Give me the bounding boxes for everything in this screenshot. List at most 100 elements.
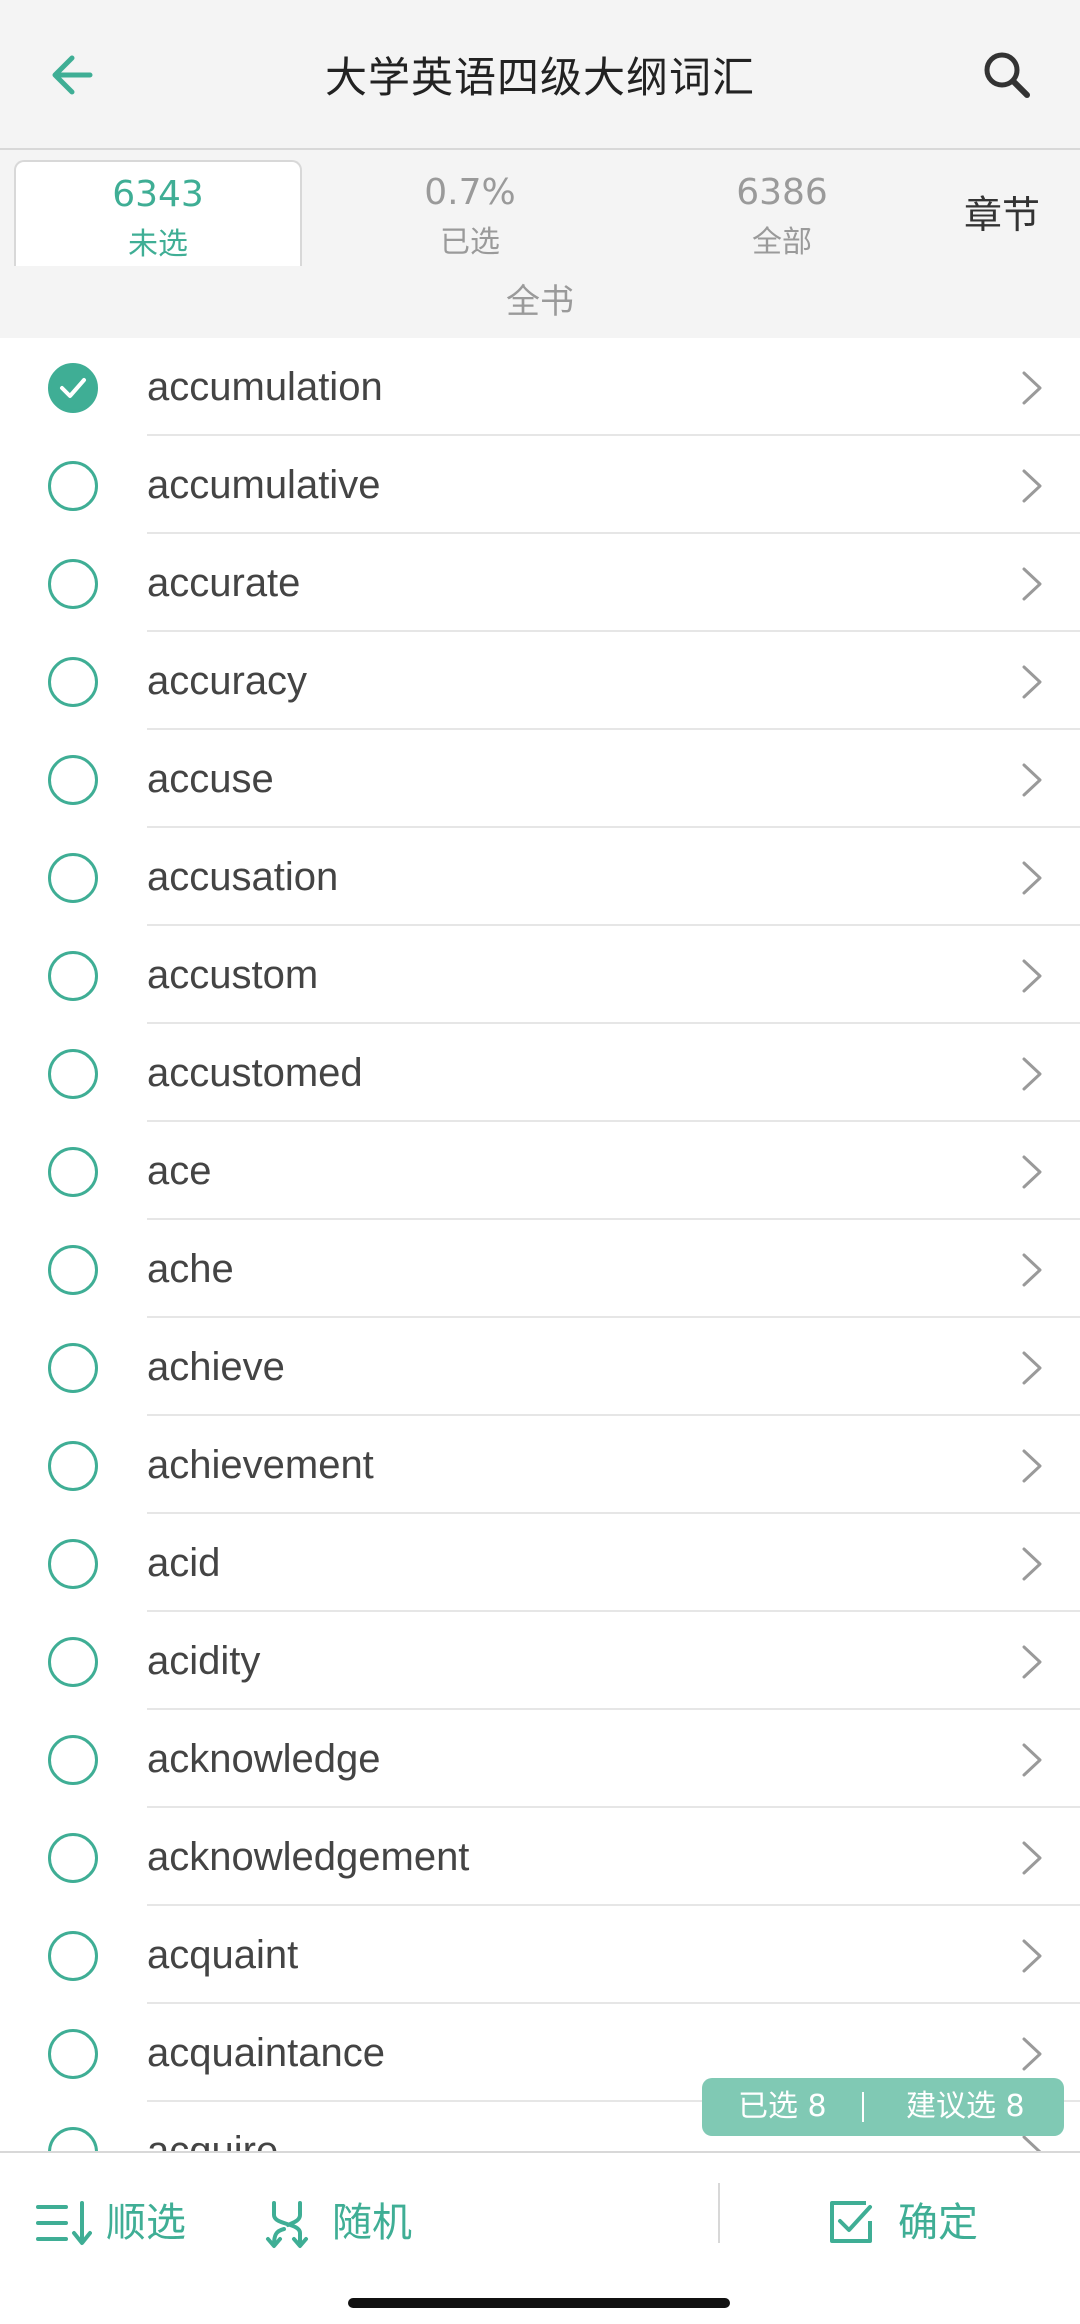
tab-unselected-label: 未选 — [128, 227, 188, 262]
selection-summary-badge: 已选 8 建议选 8 — [702, 2078, 1064, 2136]
chevron-right-icon[interactable] — [1020, 370, 1044, 406]
word-text: achievement — [147, 1443, 374, 1487]
search-button[interactable] — [974, 42, 1040, 108]
chevron-right-icon[interactable] — [1020, 1350, 1044, 1386]
select-checkbox[interactable] — [48, 1637, 98, 1687]
word-text: acquaintance — [147, 2031, 385, 2075]
word-text: accustom — [147, 953, 319, 997]
word-text: acknowledgement — [147, 1835, 470, 1879]
selected-count: 已选 8 — [738, 2089, 827, 2124]
search-icon — [984, 52, 1030, 98]
tab-selected[interactable]: 0.7% 已选 — [330, 160, 610, 266]
chevron-right-icon[interactable] — [1020, 958, 1044, 994]
chevron-right-icon[interactable] — [1020, 1252, 1044, 1288]
chevron-right-icon[interactable] — [1020, 1938, 1044, 1974]
select-checkbox[interactable] — [48, 559, 98, 609]
select-checkbox[interactable] — [48, 1539, 98, 1589]
chevron-right-icon[interactable] — [1020, 860, 1044, 896]
word-row[interactable]: accuracy — [0, 632, 1080, 730]
confirm-button[interactable]: 确定 — [828, 2193, 1008, 2253]
word-text: ache — [147, 1247, 234, 1291]
select-checkbox[interactable] — [48, 2029, 98, 2079]
word-row[interactable]: accurate — [0, 534, 1080, 632]
chevron-right-icon[interactable] — [1020, 1546, 1044, 1582]
select-checkbox[interactable] — [48, 657, 98, 707]
confirm-label: 确定 — [898, 2200, 978, 2246]
badge-divider — [862, 2092, 864, 2122]
chevron-right-icon[interactable] — [1020, 2134, 1044, 2151]
word-text: acidity — [147, 1639, 261, 1683]
select-checkbox[interactable] — [48, 1343, 98, 1393]
chevron-right-icon[interactable] — [1020, 664, 1044, 700]
bottom-toolbar: 顺选 随机 确定 — [0, 2151, 1080, 2324]
select-checkbox[interactable] — [48, 2127, 98, 2151]
select-checkbox[interactable] — [48, 1147, 98, 1197]
select-checkbox[interactable] — [48, 461, 98, 511]
tab-unselected-count: 6343 — [112, 174, 204, 215]
chapter-button[interactable]: 章节 — [964, 184, 1040, 239]
word-row[interactable]: ache — [0, 1220, 1080, 1318]
select-checkbox[interactable] — [48, 951, 98, 1001]
select-checkbox[interactable] — [48, 755, 98, 805]
word-row[interactable]: acknowledgement — [0, 1808, 1080, 1906]
sort-list-icon — [36, 2201, 92, 2245]
word-row[interactable]: acidity — [0, 1612, 1080, 1710]
word-text: acknowledge — [147, 1737, 381, 1781]
word-row[interactable]: acid — [0, 1514, 1080, 1612]
chevron-right-icon[interactable] — [1020, 2036, 1044, 2072]
select-checkbox[interactable] — [48, 1245, 98, 1295]
word-row[interactable]: accustom — [0, 926, 1080, 1024]
word-text: accumulation — [147, 365, 383, 409]
select-checkbox[interactable] — [48, 853, 98, 903]
select-checkbox[interactable] — [48, 1931, 98, 1981]
word-text: acquaint — [147, 1933, 299, 1977]
section-header: 全书 — [0, 266, 1080, 338]
word-text: acquire — [147, 2129, 279, 2151]
word-text: accuse — [147, 757, 274, 801]
select-checkbox[interactable] — [48, 1833, 98, 1883]
random-select-button[interactable]: 随机 — [262, 2193, 422, 2253]
chevron-right-icon[interactable] — [1020, 1644, 1044, 1680]
sequential-select-button[interactable]: 顺选 — [36, 2193, 216, 2253]
tab-selected-label: 已选 — [440, 225, 500, 260]
word-row[interactable]: accumulative — [0, 436, 1080, 534]
chevron-right-icon[interactable] — [1020, 762, 1044, 798]
select-checkbox[interactable] — [48, 363, 98, 413]
chevron-right-icon[interactable] — [1020, 468, 1044, 504]
word-text: ace — [147, 1149, 212, 1193]
word-row[interactable]: ace — [0, 1122, 1080, 1220]
tab-all-label: 全部 — [752, 225, 812, 260]
word-row[interactable]: acquaint — [0, 1906, 1080, 2004]
home-indicator — [348, 2298, 730, 2308]
chevron-right-icon[interactable] — [1020, 1448, 1044, 1484]
chevron-right-icon[interactable] — [1020, 1742, 1044, 1778]
word-row[interactable]: accuse — [0, 730, 1080, 828]
word-text: accustomed — [147, 1051, 363, 1095]
word-row[interactable]: accustomed — [0, 1024, 1080, 1122]
chevron-right-icon[interactable] — [1020, 566, 1044, 602]
chevron-right-icon[interactable] — [1020, 1056, 1044, 1092]
word-text: accurate — [147, 561, 301, 605]
word-row[interactable]: achievement — [0, 1416, 1080, 1514]
tab-all[interactable]: 6386 全部 — [642, 160, 922, 266]
word-list[interactable]: accumulation accumulative accurate accuracy… — [0, 338, 1080, 2151]
suggested-count: 建议选 8 — [906, 2089, 1025, 2124]
word-row[interactable]: acknowledge — [0, 1710, 1080, 1808]
chevron-right-icon[interactable] — [1020, 1154, 1044, 1190]
word-text: accuracy — [147, 659, 308, 703]
tab-unselected[interactable]: 6343 未选 — [14, 160, 302, 270]
word-row[interactable]: achieve — [0, 1318, 1080, 1416]
word-row[interactable]: accusation — [0, 828, 1080, 926]
sequential-select-label: 顺选 — [106, 2200, 186, 2246]
filter-tabs: 6343 未选 0.7% 已选 6386 全部 章节 — [0, 150, 1080, 270]
select-checkbox[interactable] — [48, 1735, 98, 1785]
toolbar-divider — [718, 2183, 720, 2243]
word-row[interactable]: accumulation — [0, 338, 1080, 436]
random-select-label: 随机 — [332, 2200, 412, 2246]
chevron-right-icon[interactable] — [1020, 1840, 1044, 1876]
word-text: accumulative — [147, 463, 381, 507]
select-checkbox[interactable] — [48, 1441, 98, 1491]
page-title: 大学英语四级大纲词汇 — [324, 53, 755, 102]
word-text: achieve — [147, 1345, 285, 1389]
select-checkbox[interactable] — [48, 1049, 98, 1099]
